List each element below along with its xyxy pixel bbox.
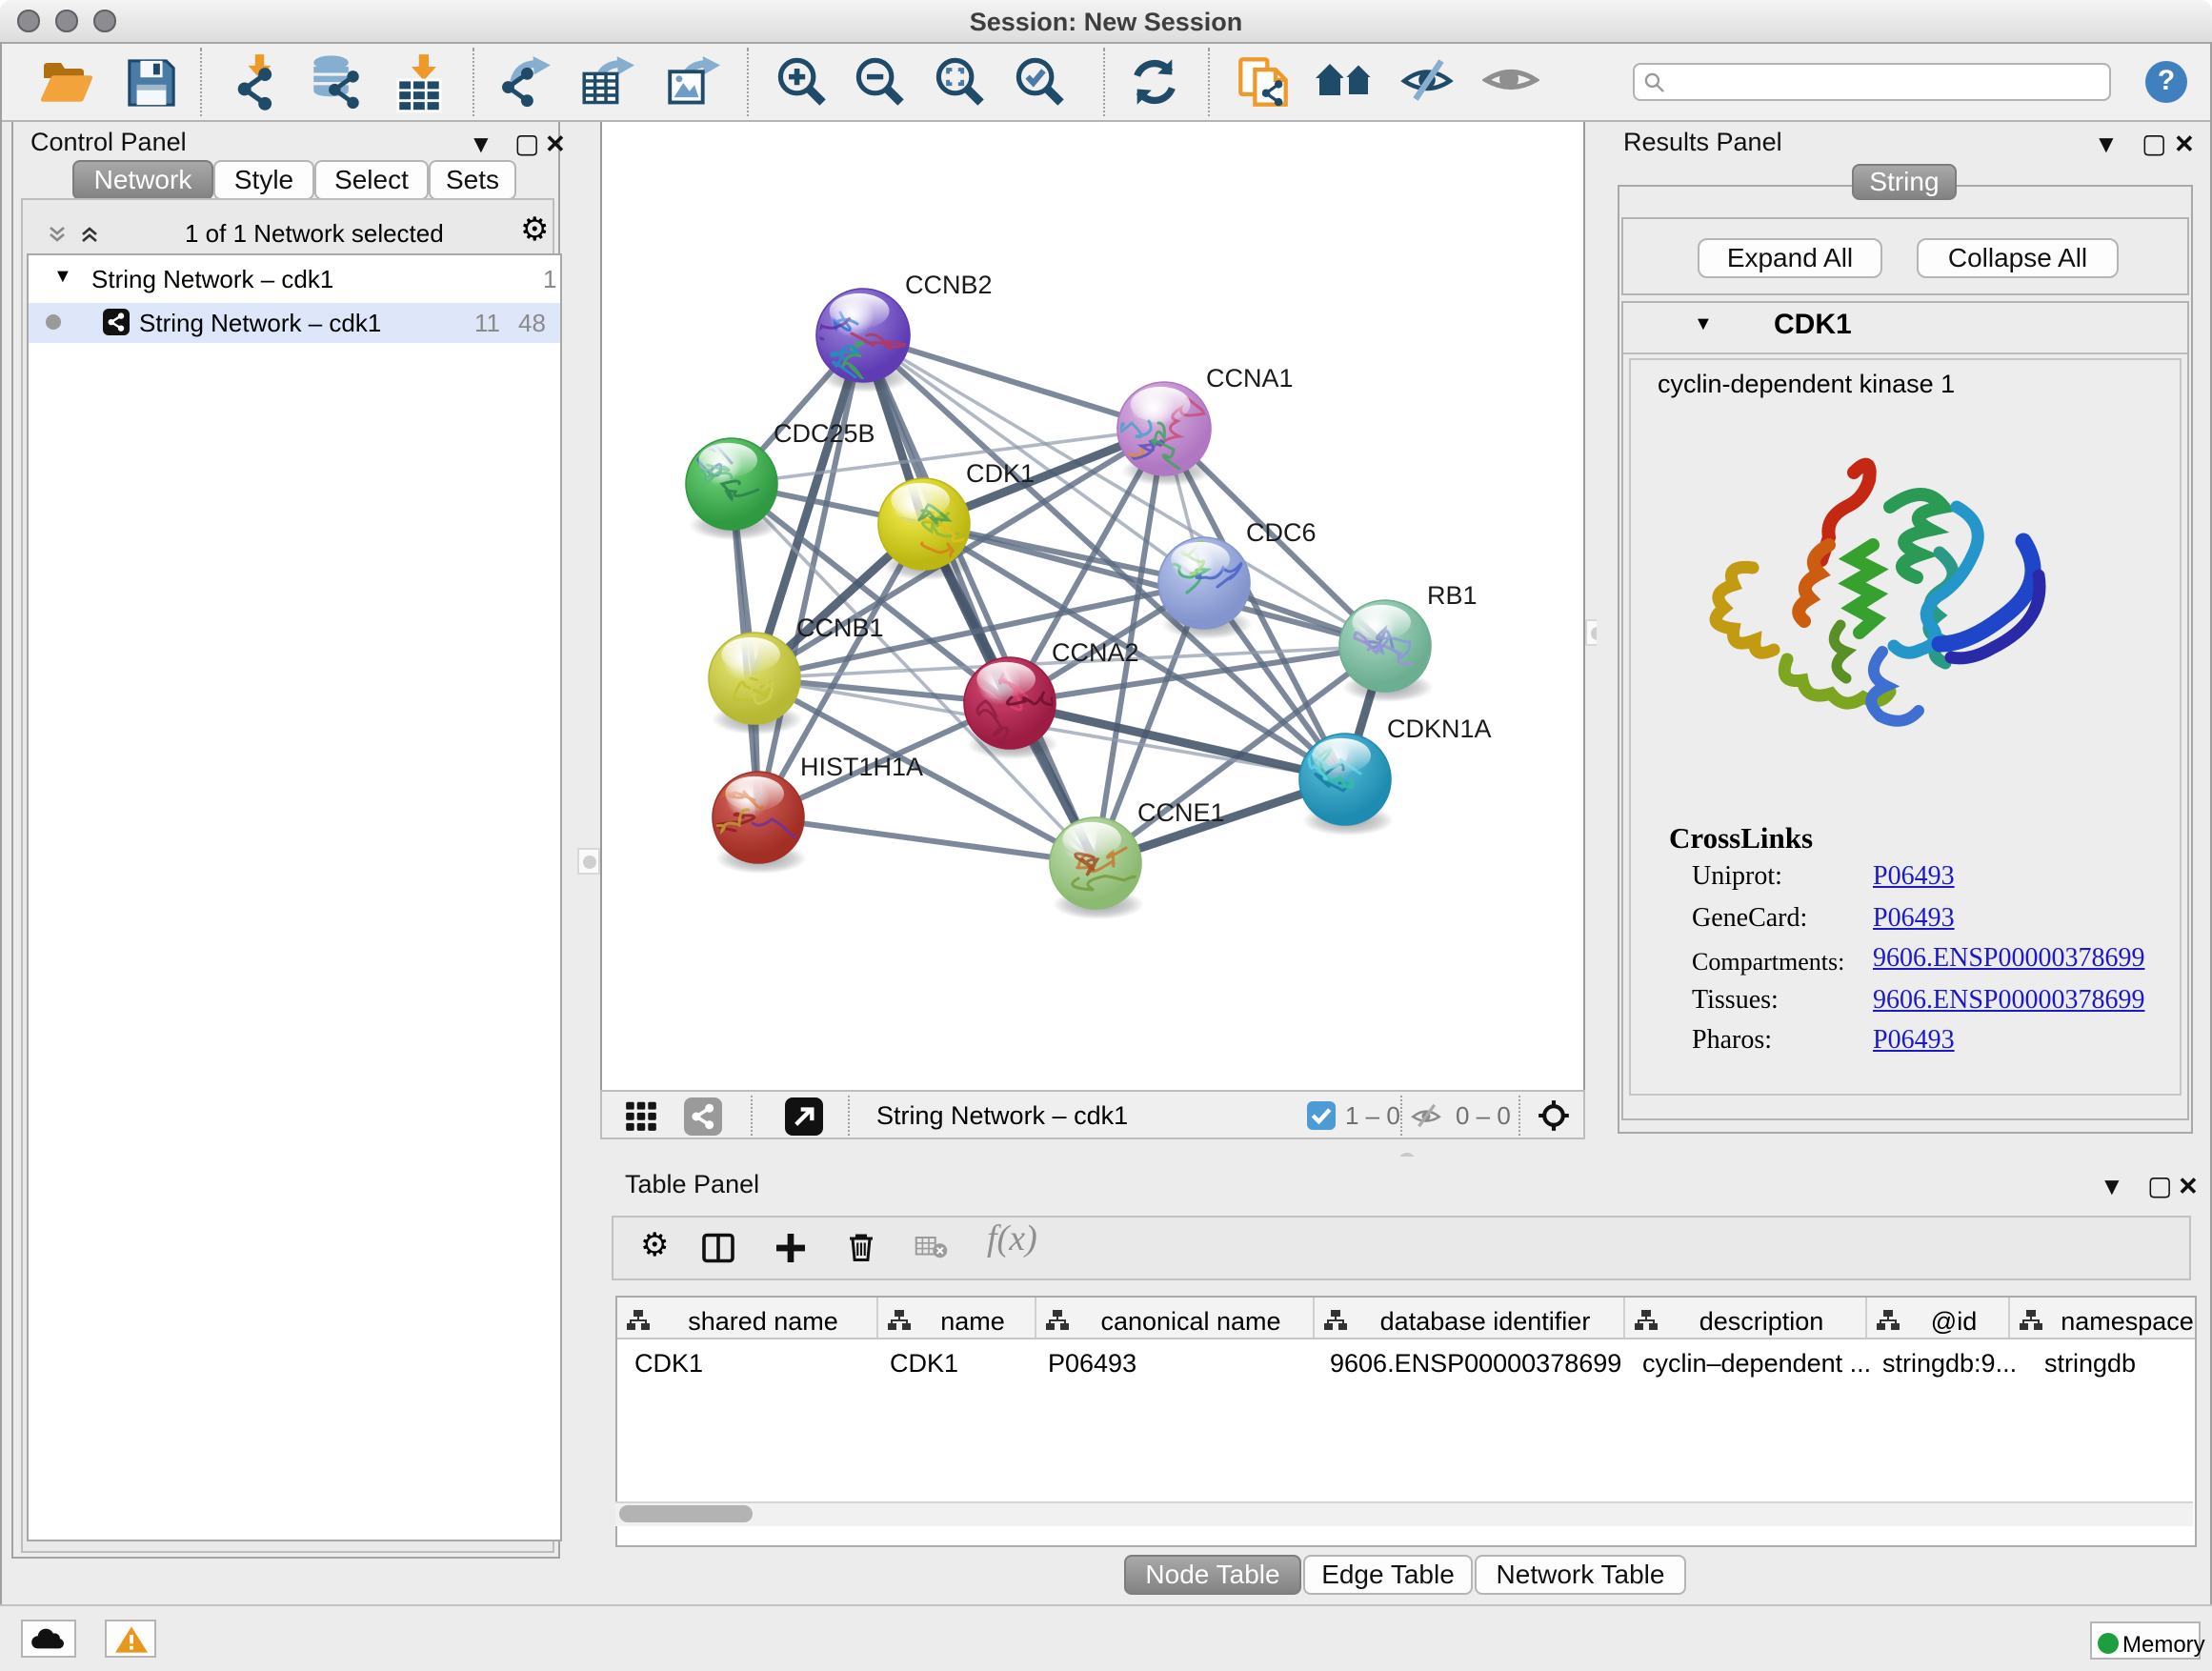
svg-text:CDK1: CDK1 — [966, 459, 1035, 488]
svg-text:CCNA2: CCNA2 — [1052, 638, 1139, 667]
svg-text:CCNB2: CCNB2 — [905, 271, 993, 299]
svg-text:CDC25B: CDC25B — [774, 419, 875, 448]
svg-text:CCNE1: CCNE1 — [1137, 798, 1225, 827]
svg-text:CDC6: CDC6 — [1246, 518, 1317, 547]
svg-text:CCNA1: CCNA1 — [1206, 364, 1294, 393]
svg-text:HIST1H1A: HIST1H1A — [800, 753, 923, 781]
svg-text:RB1: RB1 — [1427, 581, 1478, 610]
svg-text:CDKN1A: CDKN1A — [1387, 715, 1492, 743]
svg-text:CCNB1: CCNB1 — [796, 614, 884, 642]
